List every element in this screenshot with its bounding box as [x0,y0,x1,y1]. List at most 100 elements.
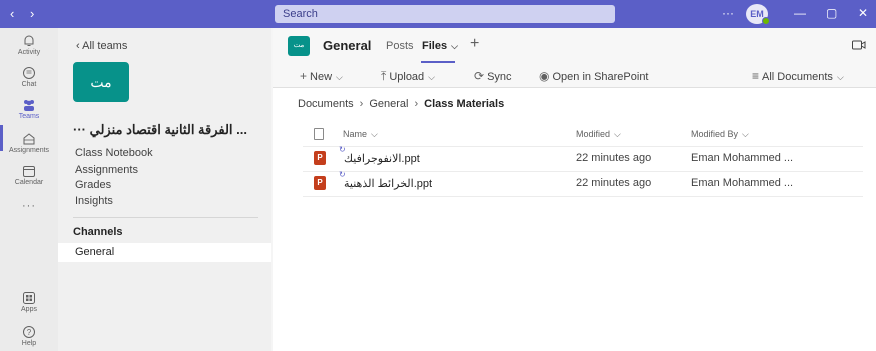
file-type-header-icon [314,128,324,140]
chevron-down-icon: ⌵ [451,41,458,51]
class-notebook-link[interactable]: Class Notebook [75,147,153,159]
tab-files[interactable]: Files ⌵ [422,40,458,52]
rail-more-button[interactable]: ··· [0,200,58,212]
plus-icon: + [300,69,308,83]
table-row[interactable]: P ↻ الانفوجرافيك.ppt 22 minutes ago Eman… [303,145,863,170]
divider [303,196,863,197]
sharepoint-label: Open in SharePoint [552,71,649,83]
chevron-right-icon: › [414,98,419,110]
upload-button[interactable]: ⤒ Upload ⌵ [381,69,435,84]
team-name[interactable]: ··· الفرقة الثانية اقتصاد منزلي ... [73,122,263,138]
chevron-down-icon: ⌵ [336,72,343,82]
column-header-name[interactable]: Name ⌵ [343,129,378,140]
channel-header: مت General Posts Files ⌵ + [273,28,876,64]
chevron-down-icon: ⌵ [614,129,621,139]
rail-label: Activity [17,49,41,56]
rail-label: Help [21,340,37,347]
svg-text:?: ? [27,328,32,337]
file-modified: 22 minutes ago [576,152,652,164]
files-toolbar: + New ⌵ ⤒ Upload ⌵ ⟳ Sync ◉ Open in SharePoint… [273,64,876,88]
assignments-icon [23,133,35,145]
column-header-modified[interactable]: Modified ⌵ [576,129,621,140]
channel-item-general[interactable]: General [58,243,271,262]
column-name-label: Name [343,129,368,139]
more-icon: ··· [22,200,36,212]
apps-icon [23,292,35,304]
maximize-button[interactable]: ▢ [826,6,837,20]
breadcrumb-current: Class Materials [424,98,505,110]
grades-link[interactable]: Grades [75,179,111,191]
more-options-button[interactable]: ··· [722,6,734,20]
chevron-down-icon: ⌵ [742,129,749,139]
rail-item-chat[interactable]: Chat [0,66,58,88]
rail-item-teams[interactable]: Teams [0,98,58,120]
file-modified-by: Eman Mohammed ... [691,152,794,164]
view-label: All Documents [762,71,833,83]
column-modified-by-label: Modified By [691,129,739,139]
rail-item-assignments[interactable]: Assignments [0,132,58,154]
team-avatar: مت [73,62,129,102]
insights-link[interactable]: Insights [75,195,113,207]
breadcrumb-documents[interactable]: Documents [298,98,354,110]
all-teams-link[interactable]: ‹ All teams [76,40,127,52]
chevron-down-icon: ⌵ [428,72,435,82]
column-header-modified-by[interactable]: Modified By ⌵ [691,129,749,140]
add-tab-button[interactable]: + [470,35,479,53]
rail-item-help[interactable]: ? Help [0,325,58,347]
title-bar: ‹ › Search ··· EM — ▢ ✕ [0,0,876,28]
presence-icon [762,17,770,25]
breadcrumb: Documents › General › Class Materials [298,98,504,110]
video-icon[interactable] [852,39,866,51]
rail-label: Teams [18,113,40,120]
search-input[interactable]: Search [275,5,615,23]
divider [303,171,863,172]
breadcrumb-general[interactable]: General [369,98,408,110]
sharepoint-icon: ◉ [539,69,550,83]
filter-icon: ≡ [752,69,760,83]
sync-button[interactable]: ⟳ Sync [474,69,512,83]
help-icon: ? [23,326,35,338]
bell-icon [24,35,34,46]
open-sharepoint-button[interactable]: ◉ Open in SharePoint [539,69,649,83]
file-name[interactable]: الانفوجرافيك.ppt [344,152,420,165]
view-selector[interactable]: ≡ All Documents ⌵ [752,69,844,83]
new-label: New [310,71,333,83]
rail-label: Apps [21,306,37,313]
sync-label: Sync [487,71,512,83]
team-pane: ‹ All teams مت ··· الفرقة الثانية اقتصاد… [58,28,271,351]
channel-title: General [323,38,372,53]
channels-heading: Channels [73,226,123,238]
chevron-down-icon: ⌵ [836,72,844,82]
nav-arrows[interactable]: ‹ › [10,6,40,21]
sync-icon: ⟳ [474,69,485,83]
table-row[interactable]: P ↻ الخرائط الذهنية.ppt 22 minutes ago E… [303,170,863,195]
column-modified-label: Modified [576,129,611,139]
rail-item-activity[interactable]: Activity [0,34,58,56]
rail-label: Calendar [14,179,44,186]
new-button[interactable]: + New ⌵ [300,69,343,83]
powerpoint-icon: P [314,176,326,190]
rail-item-calendar[interactable]: Calendar [0,164,58,186]
tab-active-indicator [421,61,455,63]
file-modified-by: Eman Mohammed ... [691,177,794,189]
rail-label: Assignments [8,147,50,154]
teams-icon [24,100,34,111]
file-modified: 22 minutes ago [576,177,652,189]
calendar-icon [23,166,35,177]
rail-item-apps[interactable]: Apps [0,291,58,313]
assignments-link[interactable]: Assignments [75,164,138,176]
rail-label: Chat [21,81,37,88]
divider [303,146,863,147]
tab-posts[interactable]: Posts [386,40,414,52]
chat-icon [23,67,35,79]
close-button[interactable]: ✕ [858,6,868,20]
chevron-right-icon: › [359,98,364,110]
app-rail: Activity Chat Teams Assignments Calendar… [0,28,58,351]
minimize-button[interactable]: — [794,6,806,20]
tab-files-label: Files [422,40,448,52]
powerpoint-icon: P [314,151,326,165]
chevron-down-icon: ⌵ [371,129,378,139]
upload-label: Upload [389,71,425,83]
file-name[interactable]: الخرائط الذهنية.ppt [344,177,432,190]
divider [73,217,258,218]
